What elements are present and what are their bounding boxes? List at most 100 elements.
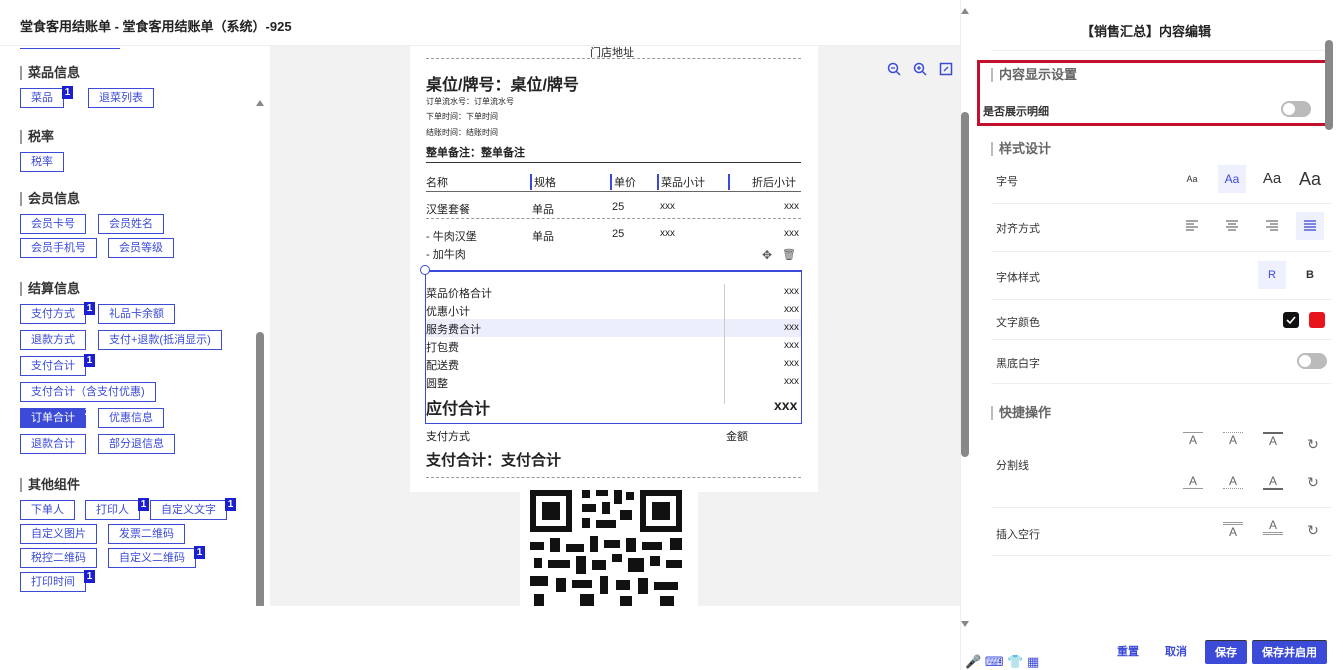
edit-panel: 【销售汇总】内容编辑 内容显示设置 是否展示明细 样式设计 字号 Aa Aa A… bbox=[960, 0, 1343, 670]
chip-partial-refund[interactable]: 部分退信息 bbox=[98, 434, 175, 454]
chip-member-name[interactable]: 会员姓名 bbox=[98, 214, 164, 234]
cancel-button[interactable]: 取消 bbox=[1155, 640, 1197, 664]
checkout-time[interactable]: 结账时间：结账时间 bbox=[426, 127, 498, 138]
shirt-icon[interactable]: 👕 bbox=[1007, 654, 1023, 669]
order-time[interactable]: 下单时间：下单时间 bbox=[426, 111, 498, 122]
chip-pay-total[interactable]: 支付合计 1 bbox=[20, 354, 95, 376]
font-size-lg[interactable]: Aa bbox=[1296, 165, 1324, 193]
reset-bottom-icon[interactable]: ↻ bbox=[1303, 474, 1323, 491]
divider-bottom-dotted-icon[interactable]: A bbox=[1223, 474, 1243, 489]
scroll-down-arrow-icon[interactable] bbox=[961, 621, 969, 627]
chip-order-person[interactable]: 下单人 bbox=[20, 500, 75, 520]
scroll-thumb[interactable] bbox=[1325, 40, 1333, 130]
move-icon[interactable]: ✥ bbox=[762, 248, 772, 262]
chip-return-list[interactable]: 退菜列表 bbox=[88, 88, 154, 108]
chip-pay-method[interactable]: 支付方式 1 bbox=[20, 302, 95, 324]
panel-splitter-thumb[interactable] bbox=[961, 112, 969, 457]
group-title: 菜品信息 bbox=[20, 66, 80, 80]
pay-method-label: 支付方式 bbox=[426, 431, 470, 443]
font-size-md[interactable]: Aa bbox=[1258, 165, 1286, 193]
divider-top-solid-icon[interactable]: A bbox=[1183, 432, 1203, 447]
scroll-up-arrow-icon[interactable] bbox=[256, 100, 264, 106]
divider bbox=[426, 162, 801, 163]
color-black-swatch[interactable] bbox=[1283, 312, 1299, 328]
count-badge: 1 bbox=[84, 354, 95, 367]
chip-dish[interactable]: 菜品 1 bbox=[20, 86, 73, 108]
order-serial[interactable]: 订单流水号：订单流水号 bbox=[426, 96, 514, 107]
fit-screen-icon[interactable] bbox=[938, 62, 954, 78]
reset-button[interactable]: 重置 bbox=[1107, 640, 1149, 664]
block-handle-icon[interactable] bbox=[420, 265, 430, 275]
group-other: 其他组件 下单人 打印人 1 自定义文字 1 自定义图片 发票二维码 税控二维码 自… bbox=[20, 478, 236, 600]
chip-order-total[interactable]: 订单合计 2 bbox=[20, 407, 90, 428]
divider-bottom-solid-icon[interactable]: A bbox=[1183, 474, 1203, 489]
chip-member-card[interactable]: 会员卡号 bbox=[20, 214, 86, 234]
font-style-bold[interactable]: B bbox=[1296, 261, 1324, 289]
chip-refund-method[interactable]: 退款方式 bbox=[20, 330, 86, 350]
summary-value: xxx bbox=[784, 286, 799, 297]
chip-custom-qr[interactable]: 自定义二维码 1 bbox=[108, 546, 205, 568]
color-red-swatch[interactable] bbox=[1309, 312, 1325, 328]
align-label: 对齐方式 bbox=[996, 223, 1040, 235]
group-tax: 税率 税率 bbox=[20, 130, 64, 176]
keyboard-icon[interactable]: ⌨ bbox=[985, 654, 1004, 669]
align-right-icon[interactable] bbox=[1258, 212, 1286, 240]
scroll-thumb[interactable] bbox=[256, 332, 264, 606]
font-size-sm[interactable]: Aa bbox=[1218, 165, 1246, 193]
chip-custom-text[interactable]: 自定义文字 1 bbox=[150, 498, 236, 520]
divider bbox=[426, 477, 801, 478]
chip-custom-image[interactable]: 自定义图片 bbox=[20, 524, 97, 544]
align-justify-icon[interactable] bbox=[1296, 212, 1324, 240]
item-spec: 单品 bbox=[532, 231, 554, 243]
scroll-up-arrow-icon[interactable] bbox=[961, 8, 969, 14]
reset-blank-icon[interactable]: ↻ bbox=[1303, 522, 1323, 539]
divider bbox=[426, 191, 801, 192]
blank-line-below-icon[interactable]: A bbox=[1263, 518, 1283, 535]
grid-icon[interactable]: ▦ bbox=[1027, 654, 1039, 669]
chip-pay-refund[interactable]: 支付+退款(抵消显示) bbox=[98, 330, 222, 350]
font-size-xs[interactable]: Aa bbox=[1178, 165, 1206, 193]
zoom-out-icon[interactable] bbox=[886, 62, 902, 78]
table-title[interactable]: 桌位/牌号：桌位/牌号 bbox=[426, 71, 579, 95]
chip-refund-total[interactable]: 退款合计 bbox=[20, 434, 86, 454]
inverse-toggle[interactable] bbox=[1297, 353, 1327, 369]
reset-top-icon[interactable]: ↻ bbox=[1303, 436, 1323, 453]
order-remark[interactable]: 整单备注：整单备注 bbox=[426, 144, 525, 160]
count-badge: 1 bbox=[138, 498, 149, 511]
right-scrollbar[interactable] bbox=[1325, 40, 1333, 630]
font-style-regular[interactable]: R bbox=[1258, 261, 1286, 289]
chip-tax-rate[interactable]: 税率 bbox=[20, 152, 64, 172]
chip-giftcard-balance[interactable]: 礼品卡余额 bbox=[98, 304, 175, 324]
divider-top-bold-icon[interactable]: A bbox=[1263, 432, 1283, 448]
blank-line-above-icon[interactable]: A bbox=[1223, 522, 1243, 539]
save-enable-button[interactable]: 保存并启用 bbox=[1252, 640, 1327, 664]
divider bbox=[991, 383, 1331, 384]
chip-tax-qr[interactable]: 税控二维码 bbox=[20, 548, 97, 568]
item-addon: - 加牛肉 bbox=[426, 249, 466, 261]
pay-total[interactable]: 支付合计：支付合计 bbox=[426, 449, 561, 470]
summary-value: xxx bbox=[784, 340, 799, 351]
chip-printer-person[interactable]: 打印人 1 bbox=[85, 498, 149, 520]
chip-member-phone[interactable]: 会员手机号 bbox=[20, 238, 97, 258]
title-bar: 堂食客用结账单 - 堂食客用结账单（系统）-925 bbox=[0, 0, 960, 46]
due-label: 应付合计 bbox=[426, 401, 491, 418]
align-left-icon[interactable] bbox=[1178, 212, 1206, 240]
align-center-icon[interactable] bbox=[1218, 212, 1246, 240]
zoom-in-icon[interactable] bbox=[912, 62, 928, 78]
chip-print-time[interactable]: 打印时间 1 bbox=[20, 570, 95, 592]
group-settlement: 结算信息 支付方式 1 礼品卡余额 退款方式 支付+退款(抵消显示) 支付合计 1 … bbox=[20, 282, 222, 458]
col-spec: 规格 bbox=[530, 174, 556, 190]
chip-discount-info[interactable]: 优惠信息 bbox=[98, 408, 164, 428]
chip-member-level[interactable]: 会员等级 bbox=[108, 238, 174, 258]
divider-top-dotted-icon[interactable]: A bbox=[1223, 432, 1243, 447]
microphone-icon[interactable]: 🎤 bbox=[965, 654, 981, 669]
save-button[interactable]: 保存 bbox=[1205, 640, 1247, 664]
delete-icon[interactable]: 🗑 bbox=[782, 248, 796, 261]
show-detail-toggle[interactable] bbox=[1281, 101, 1311, 117]
group-dish-info: 菜品信息 菜品 1 退菜列表 bbox=[20, 66, 154, 112]
divider bbox=[991, 50, 1331, 51]
chip-pay-total-discount[interactable]: 支付合计（含支付优惠) bbox=[20, 382, 156, 402]
divider-bottom-bold-icon[interactable]: A bbox=[1263, 474, 1283, 490]
left-scrollbar[interactable] bbox=[256, 94, 264, 606]
chip-invoice-qr[interactable]: 发票二维码 bbox=[108, 524, 185, 544]
